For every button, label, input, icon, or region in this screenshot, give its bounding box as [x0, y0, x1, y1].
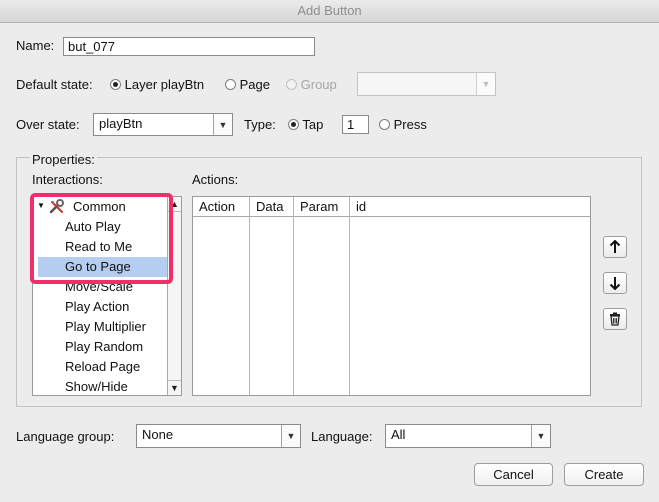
language-group-value: None: [142, 427, 174, 442]
interactions-label: Interactions:: [32, 172, 103, 187]
default-state-label: Default state:: [16, 77, 93, 92]
radio-layer-label: Layer playBtn: [124, 77, 205, 92]
delete-button[interactable]: [603, 308, 627, 330]
chevron-down-icon: ▼: [213, 114, 232, 135]
radio-page[interactable]: Page: [225, 77, 270, 92]
name-field[interactable]: but_077: [63, 37, 315, 56]
over-state-value: playBtn: [99, 116, 143, 131]
radio-page-label: Page: [239, 77, 270, 92]
column-header-param[interactable]: Param: [294, 197, 350, 217]
radio-off-icon: [225, 79, 236, 90]
arrow-up-icon: [609, 239, 621, 253]
column-header-id[interactable]: id: [350, 197, 590, 217]
column-divider: [249, 197, 250, 395]
language-value: All: [391, 427, 406, 442]
radio-tap-label: Tap: [302, 117, 324, 132]
radio-group-label: Group: [300, 77, 337, 92]
interaction-item[interactable]: Reload Page: [65, 357, 140, 377]
move-down-button[interactable]: [603, 272, 627, 294]
language-label: Language:: [311, 429, 373, 444]
radio-tap[interactable]: Tap: [288, 117, 323, 132]
radio-press[interactable]: Press: [379, 117, 427, 132]
chevron-down-icon: ▼: [281, 425, 300, 447]
properties-label: Properties:: [30, 152, 97, 167]
cancel-button[interactable]: Cancel: [474, 463, 553, 486]
column-header-action[interactable]: Action: [193, 197, 250, 217]
column-divider: [293, 197, 294, 395]
over-state-label: Over state:: [16, 117, 80, 132]
window-title: Add Button: [0, 0, 659, 23]
language-group-select[interactable]: None ▼: [136, 424, 301, 448]
over-state-select[interactable]: playBtn ▼: [93, 113, 233, 136]
radio-disabled-icon: [286, 79, 297, 90]
column-divider: [349, 197, 350, 395]
radio-on-icon: [110, 79, 121, 90]
highlight-annotation: [30, 193, 173, 284]
language-select[interactable]: All ▼: [385, 424, 551, 448]
radio-group[interactable]: Group: [286, 77, 337, 92]
radio-on-icon: [288, 119, 299, 130]
chevron-down-icon: ▼: [476, 73, 495, 95]
move-up-button[interactable]: [603, 236, 627, 258]
column-header-data[interactable]: Data: [250, 197, 294, 217]
name-label: Name:: [16, 38, 55, 53]
actions-label: Actions:: [192, 172, 239, 187]
radio-layer-playbtn[interactable]: Layer playBtn: [110, 77, 204, 92]
type-label: Type:: [244, 117, 276, 132]
scroll-down-icon[interactable]: ▼: [168, 380, 181, 395]
arrow-down-icon: [609, 277, 621, 291]
interaction-item[interactable]: Play Multiplier: [65, 317, 146, 337]
interaction-item[interactable]: Play Random: [65, 337, 143, 357]
actions-table[interactable]: Action Data Param id: [192, 196, 591, 396]
trash-icon: [610, 312, 620, 326]
group-select[interactable]: ▼: [357, 72, 496, 96]
radio-off-icon: [379, 119, 390, 130]
language-group-label: Language group:: [16, 429, 115, 444]
chevron-down-icon: ▼: [531, 425, 550, 447]
create-button[interactable]: Create: [564, 463, 644, 486]
tap-count-field[interactable]: 1: [342, 115, 369, 134]
radio-press-label: Press: [393, 117, 427, 132]
interaction-item[interactable]: Play Action: [65, 297, 129, 317]
interaction-item[interactable]: Show/Hide: [65, 377, 128, 395]
